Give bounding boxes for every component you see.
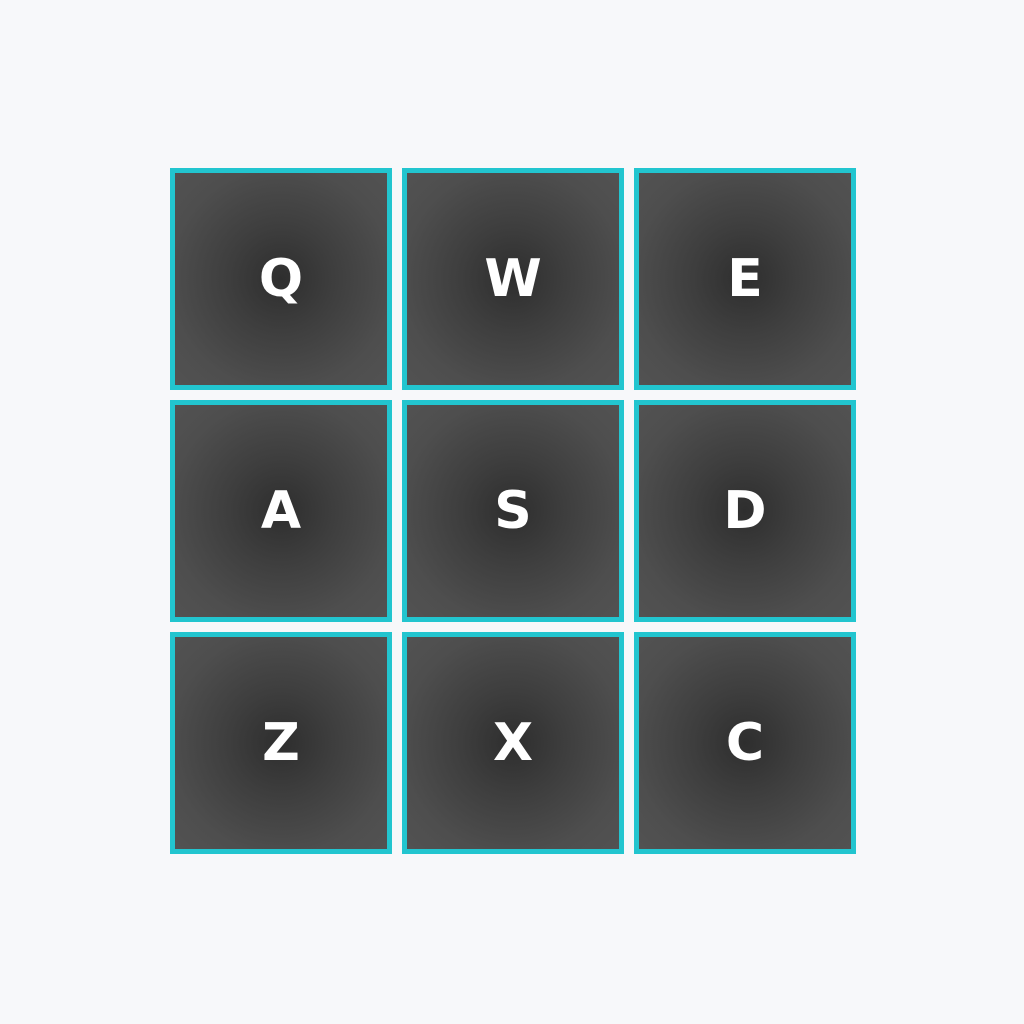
key-label: Q bbox=[258, 249, 304, 309]
key-label: A bbox=[260, 481, 302, 541]
key-q[interactable]: Q bbox=[170, 168, 392, 390]
key-x[interactable]: X bbox=[402, 632, 624, 854]
key-label: E bbox=[727, 249, 763, 309]
key-label: Z bbox=[262, 713, 300, 773]
key-a[interactable]: A bbox=[170, 400, 392, 622]
key-s[interactable]: S bbox=[402, 400, 624, 622]
key-label: D bbox=[723, 481, 767, 541]
key-e[interactable]: E bbox=[634, 168, 856, 390]
key-label: S bbox=[494, 481, 532, 541]
key-label: C bbox=[725, 713, 765, 773]
key-z[interactable]: Z bbox=[170, 632, 392, 854]
key-w[interactable]: W bbox=[402, 168, 624, 390]
keypad-grid: Q W E A S D Z X C bbox=[170, 168, 856, 854]
key-label: X bbox=[492, 713, 534, 773]
key-label: W bbox=[484, 249, 542, 309]
key-c[interactable]: C bbox=[634, 632, 856, 854]
key-d[interactable]: D bbox=[634, 400, 856, 622]
